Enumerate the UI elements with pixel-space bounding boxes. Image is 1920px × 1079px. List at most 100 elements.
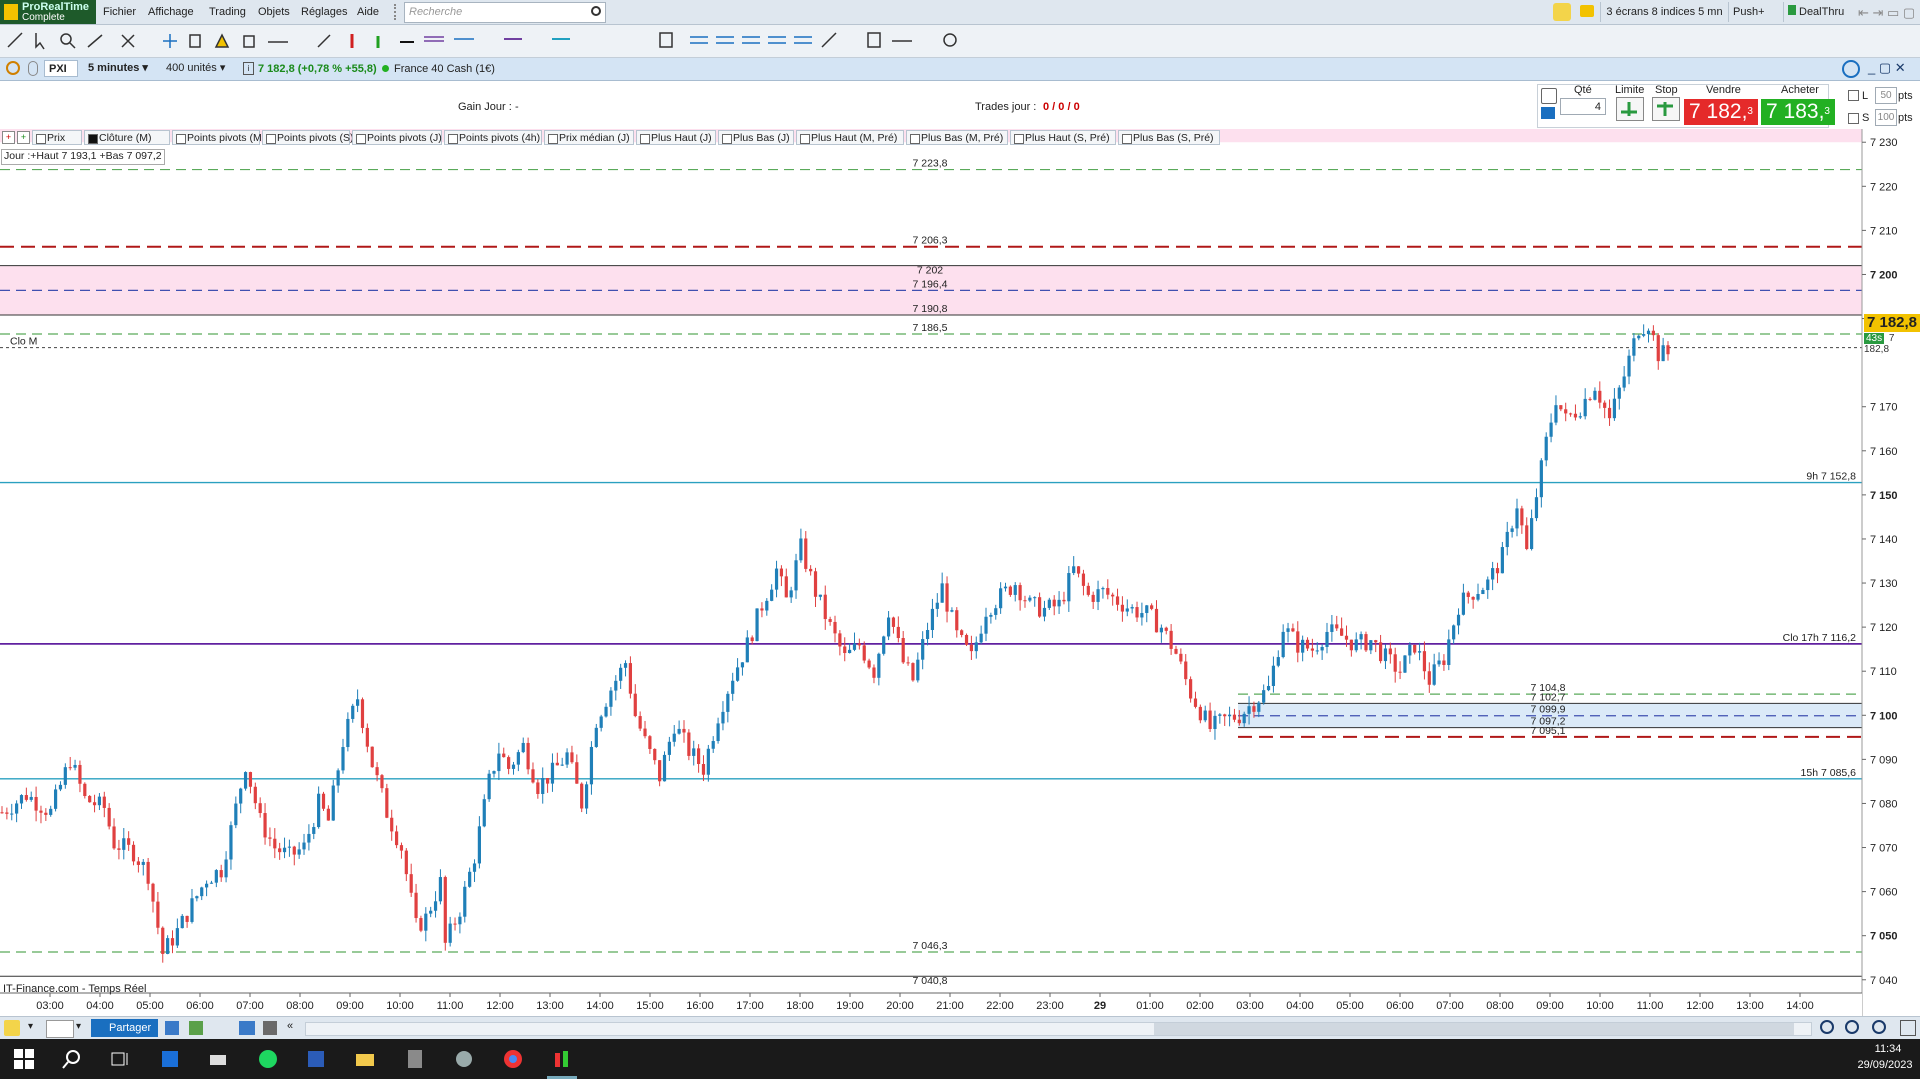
- layout-selector[interactable]: 3 écrans 8 indices 5 mn: [1600, 2, 1728, 22]
- pencil-icon[interactable]: [7, 32, 23, 48]
- file-explorer-icon[interactable]: [355, 1049, 375, 1069]
- menu-trading[interactable]: Trading: [209, 6, 246, 18]
- menu-fichier[interactable]: Fichier: [103, 6, 136, 18]
- move-icon[interactable]: [163, 34, 177, 48]
- text-tool-icon[interactable]: [659, 32, 673, 48]
- indicator-tab[interactable]: Plus Bas (M, Pré): [906, 130, 1008, 145]
- time-tick-label: 05:00: [136, 1000, 164, 1012]
- share-button[interactable]: Partager: [91, 1019, 158, 1037]
- indicator-tab[interactable]: Points pivots (J): [352, 130, 442, 145]
- settings-indicator-icon[interactable]: +: [17, 131, 30, 144]
- line-tool-icon[interactable]: [317, 34, 331, 48]
- calculator-taskbar-icon[interactable]: [405, 1049, 425, 1069]
- reset-zoom-icon[interactable]: [1900, 1020, 1916, 1036]
- fib2-icon[interactable]: [716, 36, 734, 44]
- chart-type-dropdown-icon[interactable]: ▾: [76, 1021, 81, 1032]
- sell-button[interactable]: 7 182,3: [1684, 99, 1758, 125]
- fib3-icon[interactable]: [742, 36, 760, 44]
- candle-body: [1164, 627, 1168, 631]
- windows-start-icon[interactable]: [14, 1049, 34, 1069]
- ruler-icon[interactable]: [87, 34, 103, 48]
- indicator-tab[interactable]: Points pivots (S): [262, 130, 353, 145]
- notes-icon[interactable]: [1580, 5, 1594, 17]
- link-icon[interactable]: [6, 61, 20, 75]
- spotify-icon[interactable]: [258, 1049, 278, 1069]
- indicator-tab[interactable]: Points pivots (4h): [444, 130, 542, 145]
- bell-icon[interactable]: [214, 33, 230, 48]
- wrench-icon[interactable]: [1541, 88, 1557, 104]
- fib5-icon[interactable]: [794, 36, 812, 44]
- zoom-in-icon[interactable]: [1872, 1020, 1886, 1034]
- search-taskbar-icon[interactable]: [62, 1049, 82, 1069]
- qty-input[interactable]: 4: [1560, 98, 1606, 115]
- s-input[interactable]: 100: [1875, 109, 1897, 126]
- trash-icon[interactable]: [243, 35, 255, 48]
- screen-icon[interactable]: [165, 1021, 179, 1035]
- fib4-icon[interactable]: [768, 36, 786, 44]
- indicator-tab[interactable]: Plus Bas (S, Pré): [1118, 130, 1220, 145]
- text-tool2-icon[interactable]: [867, 32, 881, 48]
- indicator-tab[interactable]: Clôture (M): [84, 130, 170, 145]
- settings-icon[interactable]: [943, 33, 957, 47]
- buy-button[interactable]: 7 183,3: [1761, 99, 1835, 125]
- cursor-icon[interactable]: [35, 33, 45, 50]
- window-buttons[interactable]: _ ▢ ✕: [1868, 60, 1906, 76]
- crosshair-icon[interactable]: [121, 34, 135, 48]
- indicator-tab[interactable]: Plus Haut (S, Pré): [1010, 130, 1116, 145]
- app-blue-icon[interactable]: [160, 1049, 180, 1069]
- info-icon[interactable]: i: [243, 62, 254, 75]
- menu-reglages[interactable]: Réglages: [301, 6, 347, 18]
- scrollbar-thumb[interactable]: [1154, 1023, 1794, 1035]
- chart-type-icon[interactable]: [46, 1020, 74, 1038]
- printer-icon[interactable]: [208, 1049, 228, 1069]
- menu-affichage[interactable]: Affichage: [148, 6, 194, 18]
- refresh-icon[interactable]: [1842, 60, 1860, 78]
- tools-icon[interactable]: [263, 1021, 277, 1035]
- table-icon[interactable]: [189, 1021, 203, 1035]
- indicator-tab[interactable]: Plus Haut (M, Pré): [796, 130, 904, 145]
- calculator-icon[interactable]: [1541, 107, 1555, 119]
- copy-icon[interactable]: [189, 34, 201, 48]
- pen-icon[interactable]: [1553, 3, 1571, 21]
- level-label: 7 206,3: [912, 235, 947, 247]
- grid-icon[interactable]: [239, 1021, 255, 1035]
- l-input[interactable]: 50: [1875, 87, 1897, 104]
- indicator-tab[interactable]: Plus Bas (J): [718, 130, 794, 145]
- chain-icon[interactable]: [28, 61, 38, 76]
- draw-icon[interactable]: [4, 1020, 20, 1036]
- task-view-icon[interactable]: [110, 1049, 130, 1069]
- dealthru-button[interactable]: DealThru: [1783, 2, 1853, 22]
- channel-icon[interactable]: [424, 36, 444, 42]
- indicator-tab[interactable]: Plus Haut (J): [636, 130, 716, 145]
- indicator-tab[interactable]: Points pivots (M): [172, 130, 265, 145]
- timeframe-select[interactable]: 5 minutes ▾: [84, 60, 160, 77]
- dropdown-icon[interactable]: ▾: [28, 1021, 33, 1032]
- indicator-tab[interactable]: Prix médian (J): [544, 130, 634, 145]
- limit-order-button[interactable]: [1616, 97, 1644, 121]
- fib-icon[interactable]: [690, 36, 708, 44]
- l-checkbox[interactable]: [1848, 90, 1859, 101]
- s-checkbox[interactable]: [1848, 113, 1859, 124]
- add-indicator-icon[interactable]: +: [2, 131, 15, 144]
- prorealtime-taskbar-icon[interactable]: [552, 1049, 572, 1069]
- price-chart[interactable]: 7 223,8 7 206,3 7 2027 196,4 7 190,8 7 186,5…: [0, 129, 1920, 1017]
- ticker-select[interactable]: PXI ▾: [44, 60, 78, 92]
- horizontal-scrollbar[interactable]: [305, 1022, 1812, 1036]
- ruler2-icon[interactable]: [821, 32, 837, 48]
- indicator-tab[interactable]: Prix: [32, 130, 82, 145]
- push-button[interactable]: Push+: [1728, 2, 1783, 22]
- search-icon[interactable]: [591, 6, 601, 16]
- chrome-icon[interactable]: [503, 1049, 523, 1069]
- zoom-out-icon[interactable]: [1845, 1020, 1859, 1034]
- stop-order-button[interactable]: [1652, 97, 1680, 121]
- zoom-fit-icon[interactable]: [1820, 1020, 1834, 1034]
- menu-objets[interactable]: Objets: [258, 6, 290, 18]
- menu-aide[interactable]: Aide: [357, 6, 379, 18]
- word-icon[interactable]: [306, 1049, 326, 1069]
- search-input[interactable]: Recherche: [404, 2, 606, 23]
- app-gray-icon[interactable]: [454, 1049, 474, 1069]
- zoom-icon[interactable]: [60, 33, 72, 45]
- window-controls[interactable]: ⇤ ⇥ ▭ ▢: [1858, 5, 1915, 21]
- units-select[interactable]: 400 unités ▾: [162, 60, 232, 77]
- scroll-left-icon[interactable]: «: [287, 1020, 293, 1032]
